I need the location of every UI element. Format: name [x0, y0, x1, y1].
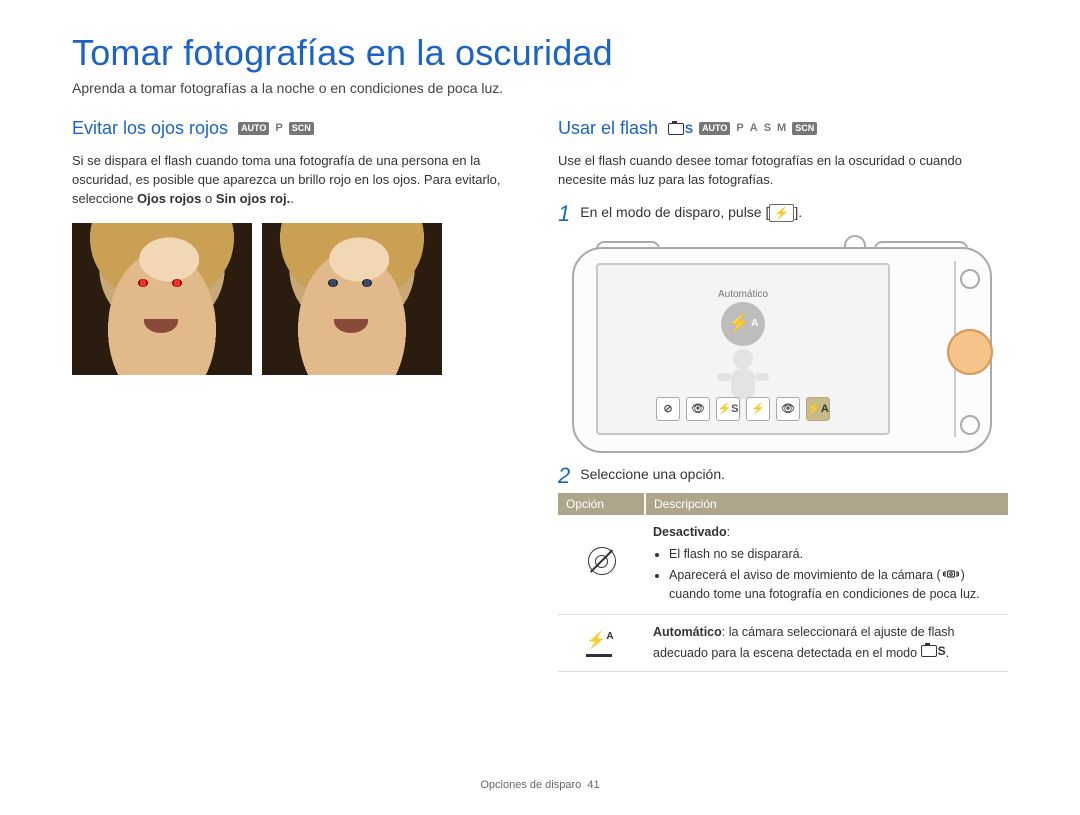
camera-screen: Automático ⚡A ⊘ 👁 ⚡S ⚡	[596, 263, 890, 435]
fi-eye-icon: 👁	[686, 397, 710, 421]
flash-options-table: Opción Descripción Desactivado: El flash…	[558, 493, 1008, 672]
fi-off-icon: ⊘	[656, 397, 680, 421]
step-number: 2	[558, 465, 570, 487]
opt-off-b1: El flash no se disparará.	[669, 545, 1000, 564]
mode-auto-icon: AUTO	[699, 122, 730, 135]
mode-s-icon: S	[764, 123, 771, 134]
opt-off-title: Desactivado	[653, 525, 727, 539]
mode-a-icon: A	[750, 123, 758, 134]
screen-badge-label: Automático	[718, 289, 768, 300]
opt-auto-title: Automático	[653, 625, 722, 639]
flash-heading: Usar el flash	[558, 118, 658, 139]
red-eye-body-mid: o	[201, 191, 215, 206]
portrait-red-eye	[72, 223, 252, 375]
flash-option-row: ⊘ 👁 ⚡S ⚡ 👁 ⚡A	[656, 397, 830, 421]
mode-cs-icon: S	[921, 642, 946, 660]
flash-body: Use el flash cuando desee tomar fotograf…	[558, 152, 1008, 190]
option-auto-icon: ⚡A	[586, 629, 616, 657]
mode-scn-icon: SCN	[289, 122, 314, 135]
step1-pre: En el modo de disparo, pulse [	[580, 204, 769, 220]
red-eye-opt1: Ojos rojos	[137, 191, 201, 206]
fi-auto-icon: ⚡A	[806, 397, 830, 421]
red-eye-body: Si se dispara el flash cuando toma una f…	[72, 152, 522, 209]
page-intro: Aprenda a tomar fotografías a la noche o…	[72, 80, 1008, 96]
opt-off-b2: Aparecerá el aviso de movimiento de la c…	[669, 566, 1000, 604]
table-row: Desactivado: El flash no se disparará. A…	[558, 515, 1008, 615]
step-1: 1 En el modo de disparo, pulse [⚡].	[558, 203, 1008, 225]
red-eye-heading: Evitar los ojos rojos	[72, 118, 228, 139]
step2-text: Seleccione una opción.	[580, 465, 725, 487]
mode-icons: AUTO P SCN	[238, 122, 314, 135]
opt-auto-text-post: .	[946, 646, 949, 660]
table-row: ⚡A Automático: la cámara seleccionará el…	[558, 615, 1008, 672]
mode-p-icon: P	[275, 123, 282, 134]
mode-m-icon: M	[777, 123, 786, 134]
section-flash: Usar el flash S AUTO P A S M SCN Use el …	[558, 118, 1008, 672]
dial-highlight-icon	[947, 329, 993, 375]
page-title: Tomar fotografías en la oscuridad	[72, 32, 1008, 74]
step-number: 1	[558, 203, 570, 225]
th-desc: Descripción	[645, 493, 1008, 515]
mode-cs-icon: S	[668, 122, 693, 136]
step1-post: ].	[794, 204, 802, 220]
fi-slow-icon: ⚡S	[716, 397, 740, 421]
section-red-eye: Evitar los ojos rojos AUTO P SCN Si se d…	[72, 118, 522, 672]
red-eye-opt2: Sin ojos roj.	[216, 191, 290, 206]
th-option: Opción	[558, 493, 645, 515]
flash-button-icon: ⚡	[769, 204, 794, 222]
camera-illustration: Automático ⚡A ⊘ 👁 ⚡S ⚡	[572, 235, 1008, 453]
mode-scn-icon: SCN	[792, 122, 817, 135]
step-2: 2 Seleccione una opción.	[558, 465, 1008, 487]
shake-icon	[943, 567, 959, 586]
mode-p-icon: P	[736, 123, 743, 134]
red-eye-body-post: .	[290, 191, 294, 206]
option-off-icon	[588, 547, 616, 575]
fi-on-icon: ⚡	[746, 397, 770, 421]
fi-redeye-icon: 👁	[776, 397, 800, 421]
page-footer: Opciones de disparo 41	[0, 779, 1080, 791]
mode-auto-icon: AUTO	[238, 122, 269, 135]
portrait-fixed	[262, 223, 442, 375]
mode-icons: S AUTO P A S M SCN	[668, 122, 817, 136]
screen-badge-icon: ⚡A	[721, 302, 765, 346]
